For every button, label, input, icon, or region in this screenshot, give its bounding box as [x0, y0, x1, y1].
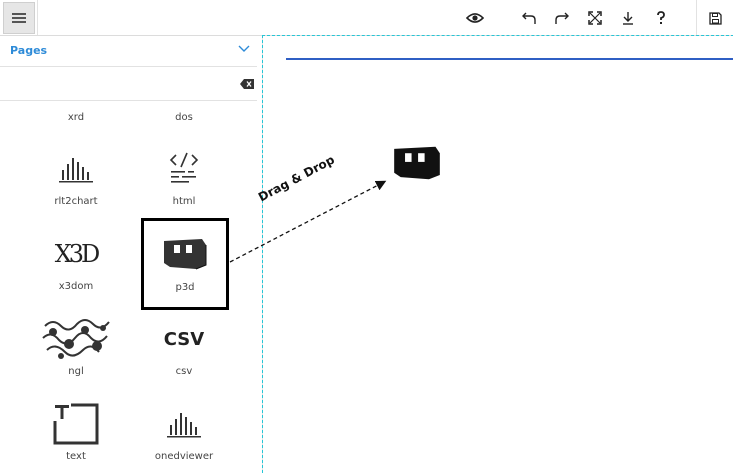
3d-structure-icon — [394, 146, 440, 180]
drag-arrow — [229, 180, 387, 263]
dropped-p3d-widget[interactable] — [392, 144, 442, 182]
